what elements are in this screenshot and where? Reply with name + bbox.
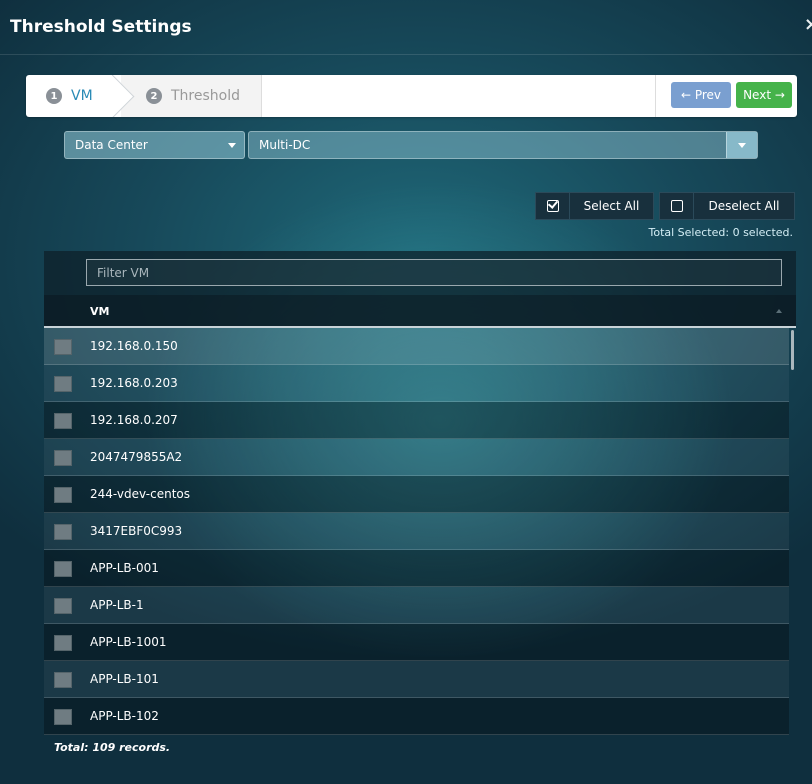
table-row[interactable]: 3417EBF0C993 <box>44 513 789 550</box>
row-checkbox[interactable] <box>54 450 72 466</box>
table-row[interactable]: 2047479855A2 <box>44 439 789 476</box>
row-checkbox[interactable] <box>54 561 72 577</box>
table-row[interactable]: 192.168.0.203 <box>44 365 789 402</box>
row-checkbox[interactable] <box>54 598 72 614</box>
divider <box>261 75 262 117</box>
row-checkbox[interactable] <box>54 672 72 688</box>
vm-name: APP-LB-001 <box>90 561 159 575</box>
vm-name: APP-LB-1 <box>90 598 144 612</box>
select-all-button[interactable]: Select All <box>535 192 654 220</box>
next-button[interactable]: Next → <box>736 82 792 108</box>
vm-name: 2047479855A2 <box>90 450 183 464</box>
prev-button[interactable]: ← Prev <box>671 82 731 108</box>
scrollbar-thumb[interactable] <box>791 330 794 370</box>
table-row[interactable]: APP-LB-001 <box>44 550 789 587</box>
row-checkbox[interactable] <box>54 524 72 540</box>
caret-down-icon <box>738 143 746 148</box>
table-row[interactable]: APP-LB-1 <box>44 587 789 624</box>
vm-name: 244-vdev-centos <box>90 487 191 501</box>
row-checkbox[interactable] <box>54 487 72 503</box>
dropdown-toggle[interactable] <box>726 132 757 158</box>
dialog-header: Threshold Settings × <box>0 0 812 55</box>
deselect-all-label: Deselect All <box>708 199 780 213</box>
vm-name: 3417EBF0C993 <box>90 524 183 538</box>
dialog-title: Threshold Settings <box>10 17 192 37</box>
scope-dropdown-value: Data Center <box>75 138 148 152</box>
total-selected-text: Total Selected: 0 selected. <box>648 226 794 239</box>
row-checkbox[interactable] <box>54 376 72 392</box>
table-row[interactable]: APP-LB-101 <box>44 661 789 698</box>
row-checkbox[interactable] <box>54 413 72 429</box>
grid-column-header: VM <box>44 295 796 328</box>
vm-name: APP-LB-102 <box>90 709 159 723</box>
row-checkbox[interactable] <box>54 339 72 355</box>
table-row[interactable]: 192.168.0.207 <box>44 402 789 439</box>
row-checkbox[interactable] <box>54 635 72 651</box>
vm-grid: Filter VM VM 192.168.0.150 192.168.0.203 1… <box>44 251 796 735</box>
step-label: Threshold <box>171 88 240 104</box>
vm-name: 192.168.0.207 <box>90 413 178 427</box>
step-number-badge: 1 <box>46 88 62 104</box>
deselect-all-button[interactable]: Deselect All <box>659 192 795 220</box>
scrollbar[interactable] <box>789 328 796 733</box>
vm-name: APP-LB-1001 <box>90 635 167 649</box>
scope-dropdown[interactable]: Data Center <box>64 131 245 159</box>
row-checkbox[interactable] <box>54 709 72 725</box>
select-all-label: Select All <box>583 199 640 213</box>
table-row[interactable]: 244-vdev-centos <box>44 476 789 513</box>
datacenter-dropdown[interactable]: Multi-DC <box>248 131 758 159</box>
empty-box-icon <box>660 192 694 220</box>
sort-arrow-icon <box>776 309 782 313</box>
table-row[interactable]: APP-LB-1001 <box>44 624 789 661</box>
table-row[interactable]: APP-LB-102 <box>44 698 789 735</box>
column-header-vm[interactable]: VM <box>90 305 109 318</box>
vm-name: APP-LB-101 <box>90 672 159 686</box>
filter-vm-input[interactable]: Filter VM <box>86 259 782 286</box>
table-row[interactable]: 192.168.0.150 <box>44 328 789 365</box>
grid-filter-row: Filter VM <box>44 251 796 295</box>
datacenter-dropdown-value: Multi-DC <box>259 138 311 152</box>
divider <box>655 75 656 117</box>
step-chevron-icon <box>107 75 149 117</box>
total-records: Total: 109 records. <box>54 741 171 754</box>
vm-name: 192.168.0.150 <box>90 339 178 353</box>
vm-name: 192.168.0.203 <box>90 376 178 390</box>
close-icon[interactable]: × <box>804 14 812 35</box>
wizard-steps: 2 Threshold 1 VM ← Prev Next → <box>26 75 797 117</box>
checked-box-icon <box>536 192 570 220</box>
step-label: VM <box>71 88 93 104</box>
caret-down-icon <box>228 143 236 148</box>
